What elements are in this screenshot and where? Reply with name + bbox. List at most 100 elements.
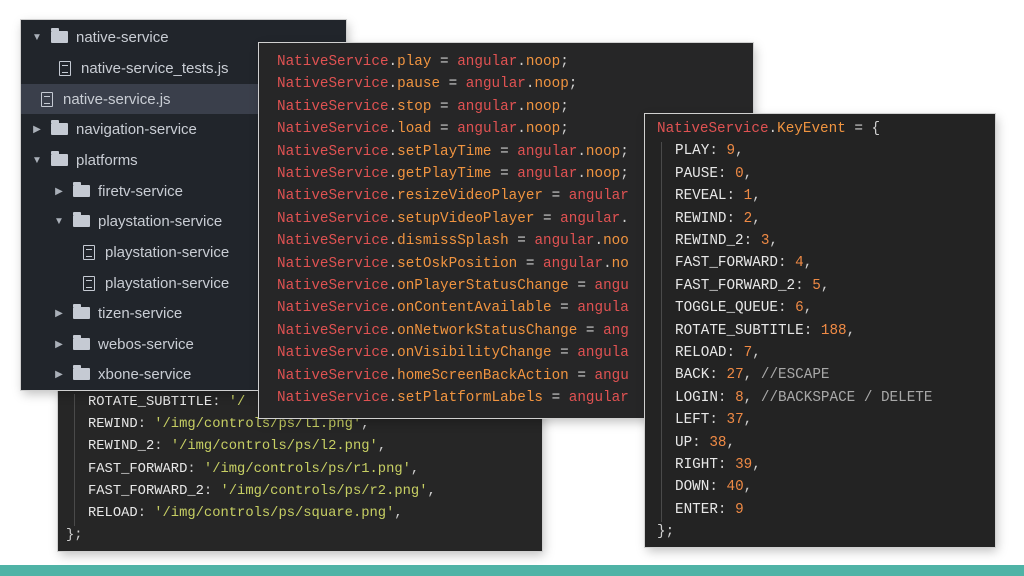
folder-icon bbox=[51, 120, 68, 135]
method-name: setPlatformLabels bbox=[397, 390, 543, 406]
colon: : bbox=[692, 434, 710, 451]
comma: , bbox=[743, 389, 753, 406]
assigned-value: angular.noop; bbox=[466, 76, 578, 92]
colon: : bbox=[203, 483, 221, 499]
chevron-right-icon[interactable]: ▶ bbox=[53, 186, 65, 197]
code-token: angular bbox=[457, 121, 518, 138]
comma: , bbox=[394, 506, 403, 521]
method-name: onVisibilityChange bbox=[397, 345, 552, 362]
code-line: REWIND: 2, bbox=[675, 208, 761, 230]
code-token: noop bbox=[525, 98, 561, 115]
colon: : bbox=[187, 461, 204, 477]
property-name: KeyEvent bbox=[777, 121, 846, 137]
chevron-down-icon[interactable]: ▼ bbox=[31, 155, 43, 166]
assign: = bbox=[431, 54, 458, 70]
method-name: homeScreenBackAction bbox=[397, 367, 569, 384]
comma: , bbox=[743, 412, 753, 429]
comma: , bbox=[803, 300, 813, 317]
dot: . bbox=[388, 210, 398, 227]
colon: : bbox=[717, 165, 736, 182]
colon: : bbox=[717, 501, 736, 518]
assign: = bbox=[431, 121, 458, 138]
code-line: NativeService.onNetworkStatusChange = an… bbox=[277, 320, 629, 342]
code-line: RELOAD: '/img/controls/ps/square.png', bbox=[88, 503, 403, 525]
chevron-down-icon[interactable]: ▼ bbox=[53, 216, 65, 227]
dot: . bbox=[388, 166, 398, 182]
tree-item-label: native-service.js bbox=[63, 90, 171, 108]
object-key: RIGHT bbox=[675, 457, 718, 473]
comma: , bbox=[726, 434, 736, 451]
dot: . bbox=[768, 121, 778, 137]
open-brace: = { bbox=[845, 121, 881, 137]
code-token: angular bbox=[517, 166, 578, 182]
code-line: NativeService.stop = angular.noop; bbox=[277, 96, 569, 118]
assign: = bbox=[491, 166, 518, 182]
code-line: NativeService.dismissSplash = angular.no… bbox=[277, 230, 629, 252]
object-key: REWIND_2 bbox=[675, 233, 744, 249]
comma: , bbox=[377, 439, 387, 455]
code-line: RELOAD: 7, bbox=[675, 342, 761, 364]
comma: , bbox=[735, 143, 744, 160]
assign: = bbox=[508, 233, 535, 250]
object-key: REVEAL bbox=[675, 188, 727, 205]
number-value: 8 bbox=[735, 389, 744, 406]
chevron-right-icon[interactable]: ▶ bbox=[53, 308, 65, 319]
method-name: setupVideoPlayer bbox=[397, 210, 535, 227]
dot: . bbox=[388, 300, 398, 317]
chevron-right-icon[interactable]: ▶ bbox=[31, 124, 43, 135]
dot: . bbox=[388, 188, 398, 205]
code-comment: //ESCAPE bbox=[760, 367, 830, 384]
code-token: angu bbox=[594, 278, 629, 294]
object-key: LOGIN bbox=[675, 389, 718, 406]
object-key: ROTATE_SUBTITLE bbox=[675, 322, 804, 339]
chevron-down-icon[interactable]: ▼ bbox=[31, 32, 43, 43]
object-name: NativeService bbox=[277, 345, 389, 362]
method-name: load bbox=[397, 121, 432, 138]
code-line: TOGGLE_QUEUE: 6, bbox=[675, 297, 812, 319]
dot: . bbox=[388, 345, 398, 362]
number-value: 0 bbox=[735, 165, 744, 182]
code-line: NativeService.homeScreenBackAction = ang… bbox=[277, 365, 629, 387]
colon: : bbox=[726, 210, 744, 227]
tree-item-label: navigation-service bbox=[76, 120, 197, 138]
code-token: angular bbox=[517, 143, 578, 160]
object-key: FAST_FORWARD bbox=[88, 461, 188, 477]
colon: : bbox=[709, 479, 727, 496]
number-value: 9 bbox=[735, 501, 744, 518]
assigned-value: angular.noop; bbox=[457, 54, 569, 70]
code-line: FAST_FORWARD_2: '/img/controls/ps/r2.png… bbox=[88, 481, 436, 503]
comma: , bbox=[752, 457, 761, 473]
object-key: BACK bbox=[675, 367, 710, 384]
code-token: . bbox=[577, 143, 586, 160]
number-value: 39 bbox=[735, 457, 753, 473]
file-icon bbox=[41, 91, 53, 107]
colon: : bbox=[717, 389, 736, 406]
number-value: 40 bbox=[726, 479, 744, 496]
object-name: NativeService bbox=[277, 76, 389, 93]
folder-icon bbox=[73, 365, 90, 380]
assign: = bbox=[568, 278, 595, 294]
folder-icon bbox=[51, 28, 68, 43]
comma: , bbox=[427, 483, 436, 499]
object-name: NativeService bbox=[657, 121, 769, 137]
object-name: NativeService bbox=[277, 233, 389, 250]
colon: : bbox=[777, 255, 796, 272]
chevron-right-icon[interactable]: ▶ bbox=[53, 339, 65, 350]
folder-icon bbox=[73, 182, 90, 197]
code-line: UP: 38, bbox=[675, 432, 735, 454]
code-token: angular bbox=[543, 255, 604, 272]
code-token: . bbox=[517, 98, 526, 115]
code-line: NativeService.getPlayTime = angular.noop… bbox=[277, 163, 629, 185]
assigned-value: angula bbox=[577, 300, 628, 316]
code-token: angular bbox=[457, 98, 518, 115]
file-icon bbox=[59, 60, 71, 76]
assign: = bbox=[568, 367, 595, 384]
chevron-right-icon[interactable]: ▶ bbox=[53, 369, 65, 380]
code-comment: //BACKSPACE / DELETE bbox=[760, 389, 933, 406]
assign: = bbox=[440, 76, 466, 93]
code-token: ; bbox=[568, 76, 578, 93]
method-name: onNetworkStatusChange bbox=[397, 322, 578, 339]
method-name: setOskPosition bbox=[397, 255, 518, 272]
closing-brace: }; bbox=[657, 521, 674, 543]
code-line: LEFT: 37, bbox=[675, 409, 752, 431]
